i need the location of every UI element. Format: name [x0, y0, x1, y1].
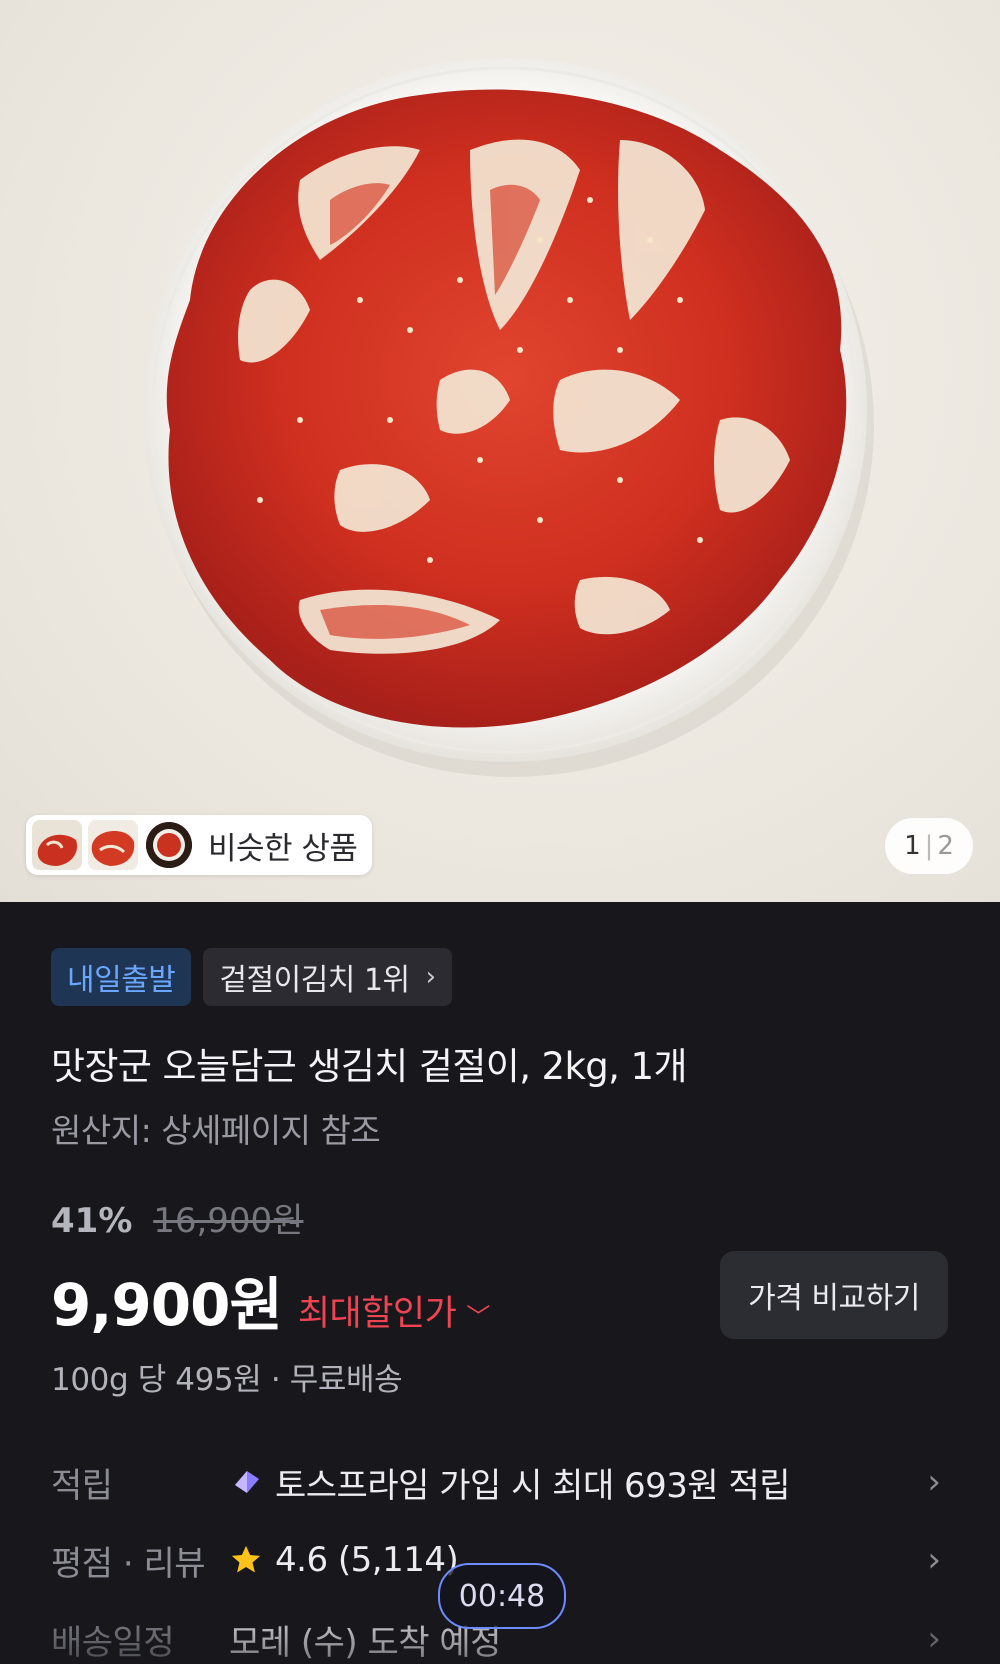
rating-text: 4.6 (5,114) [275, 1540, 459, 1580]
price-row: 9,900원 최대할인가 ﹀ [51, 1258, 490, 1342]
delivery-schedule-value: 모레 (수) 도착 예정 [229, 1615, 927, 1664]
delivery-badge: 내일출발 [51, 948, 192, 1006]
chevron-right-icon: › [927, 1462, 941, 1502]
max-discount-label: 최대할인가 [297, 1294, 457, 1334]
timer-overlay: 00:48 [438, 1563, 566, 1629]
image-page-indicator: 1 | 2 [885, 818, 973, 874]
chevron-right-icon: › [927, 1619, 941, 1659]
similar-product-thumbnail-2 [88, 820, 138, 870]
rating-label: 평점 · 리뷰 [51, 1543, 206, 1584]
chevron-right-icon: › [927, 1540, 941, 1580]
ranking-badge[interactable]: 겉절이김치 1위 › [203, 948, 452, 1006]
delivery-badge-label: 내일출발 [67, 963, 176, 998]
chevron-right-icon: › [425, 962, 436, 992]
max-discount-toggle[interactable]: 최대할인가 ﹀ [297, 1285, 491, 1336]
rating-value: 4.6 (5,114) [229, 1540, 927, 1580]
sale-price: 9,900원 [51, 1271, 283, 1339]
product-title: 맛장군 오늘담근 생김치 겉절이, 2kg, 1개 [51, 1045, 687, 1088]
product-image-gallery[interactable]: 비슷한 상품 1 | 2 [0, 0, 1000, 902]
reward-value: 토스프라임 가입 시 최대 693원 적립 [229, 1458, 927, 1507]
ranking-badge-label: 겉절이김치 1위 [219, 963, 410, 998]
reward-row[interactable]: 적립 토스프라임 가입 시 최대 693원 적립 › [51, 1457, 951, 1507]
chevron-down-icon: ﹀ [466, 1303, 490, 1331]
toss-prime-icon [235, 1471, 259, 1493]
page-total: 2 [937, 831, 954, 861]
page-separator: | [924, 831, 934, 861]
discount-rate: 41% [51, 1201, 133, 1241]
product-origin: 원산지: 상세페이지 참조 [51, 1111, 381, 1150]
similar-product-thumbnail-3 [146, 822, 192, 868]
original-price: 16,900원 [153, 1201, 304, 1241]
similar-products-button[interactable]: 비슷한 상품 [26, 815, 372, 875]
compare-price-button[interactable]: 가격 비교하기 [720, 1251, 948, 1339]
similar-products-label: 비슷한 상품 [208, 830, 358, 867]
reward-text: 토스프라임 가입 시 최대 693원 적립 [275, 1465, 791, 1506]
unit-price-shipping: 100g 당 495원 · 무료배송 [51, 1362, 403, 1398]
product-badges: 내일출발 겉절이김치 1위 › [51, 948, 452, 1006]
star-icon [231, 1545, 261, 1573]
delivery-schedule-label: 배송일정 [51, 1622, 175, 1663]
page-current: 1 [904, 831, 921, 861]
discount-row: 41% 16,900원 [51, 1193, 303, 1242]
similar-product-thumbnail-1 [32, 820, 82, 870]
reward-label: 적립 [51, 1465, 113, 1506]
kimchi-plate-image [143, 58, 874, 777]
